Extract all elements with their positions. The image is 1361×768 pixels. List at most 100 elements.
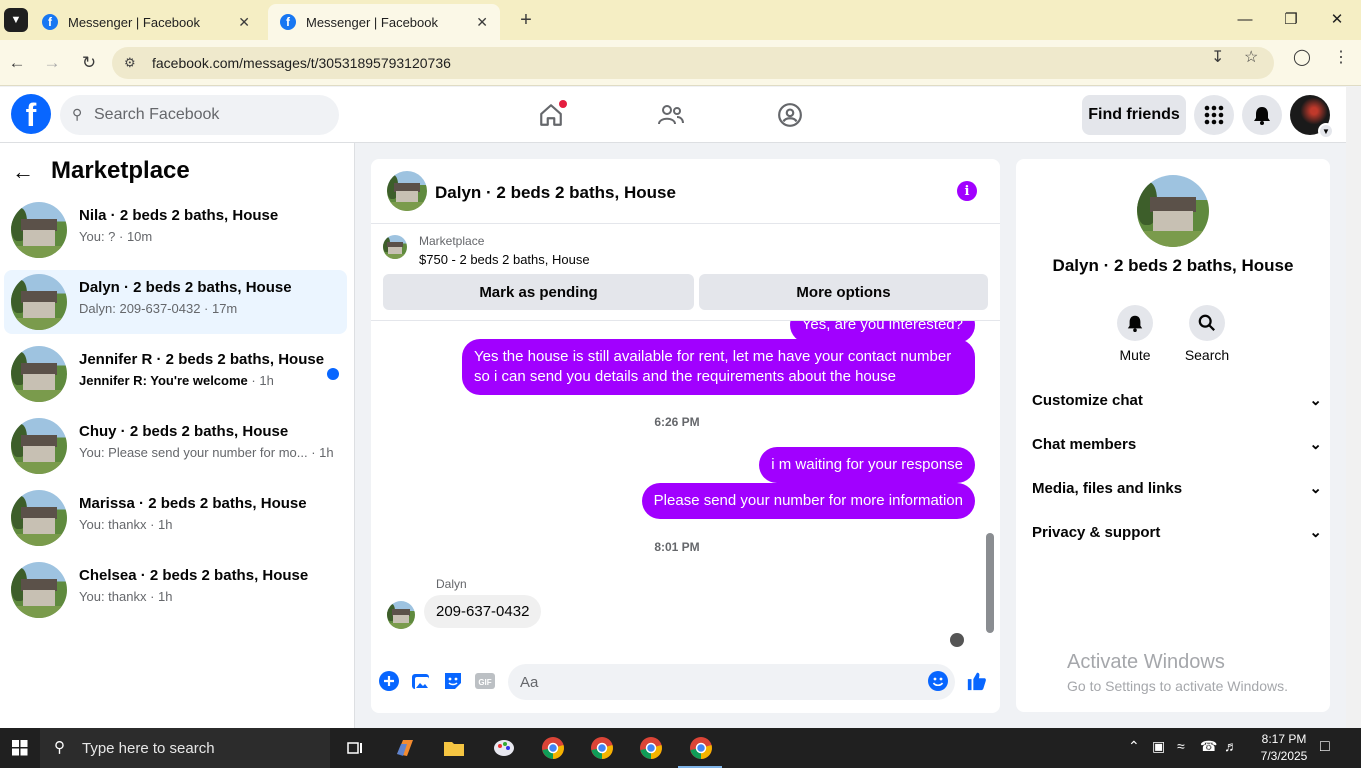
bookmark-star-icon[interactable]: ☆ xyxy=(1244,47,1258,67)
more-options-button[interactable]: More options xyxy=(699,274,988,310)
marketplace-listing-banner: Marketplace $750 - 2 beds 2 baths, House… xyxy=(371,225,1000,321)
file-explorer-icon[interactable] xyxy=(440,734,468,762)
conversation-preview: You: Please send your number for mo... ·… xyxy=(79,445,334,460)
tab-close-icon[interactable]: ✕ xyxy=(476,14,488,31)
conversation-name: Chelsea · 2 beds 2 baths, House xyxy=(79,567,309,584)
conversation-item-chuy[interactable]: Chuy · 2 beds 2 baths, House You: Please… xyxy=(4,414,347,478)
new-tab-plus-icon[interactable]: + xyxy=(514,8,538,32)
sender-avatar[interactable] xyxy=(387,601,415,629)
emoji-icon[interactable] xyxy=(927,670,949,692)
chat-house-avatar[interactable] xyxy=(387,171,427,211)
window-close-icon[interactable]: ✕ xyxy=(1314,4,1360,34)
chat-members-row[interactable]: Chat members ⌄ xyxy=(1032,424,1322,464)
tab-close-icon[interactable]: ✕ xyxy=(238,14,250,31)
find-friends-button[interactable]: Find friends xyxy=(1082,95,1186,135)
house-thumbnail xyxy=(11,418,67,474)
minimize-icon[interactable]: — xyxy=(1222,4,1268,34)
friends-nav-icon[interactable] xyxy=(651,97,691,133)
chrome-active-icon[interactable] xyxy=(687,734,715,762)
customize-chat-row[interactable]: Customize chat ⌄ xyxy=(1032,380,1322,420)
chat-header: Dalyn · 2 beds 2 baths, House i xyxy=(371,159,1000,224)
menu-grid-icon[interactable] xyxy=(1194,95,1234,135)
section-label: Customize chat xyxy=(1032,391,1143,409)
mute-label: Mute xyxy=(1119,347,1151,363)
tab-search-chevron-icon[interactable]: ▼ xyxy=(4,8,28,32)
plus-circle-icon[interactable] xyxy=(378,670,400,692)
house-thumbnail xyxy=(11,490,67,546)
message-input[interactable] xyxy=(508,664,955,700)
windows-start-icon[interactable] xyxy=(0,728,40,768)
conversation-name: Dalyn · 2 beds 2 baths, House xyxy=(79,279,292,296)
gif-icon[interactable]: GIF xyxy=(474,670,496,692)
chrome-profile-3-icon[interactable] xyxy=(637,734,665,762)
conversation-item-dalyn[interactable]: Dalyn · 2 beds 2 baths, House Dalyn: 209… xyxy=(4,270,347,334)
listing-thumbnail[interactable] xyxy=(383,235,407,259)
activate-windows-watermark: Activate Windows Go to Settings to activ… xyxy=(1067,651,1288,694)
profile-icon[interactable]: ◯ xyxy=(1293,47,1311,67)
chrome-profile-2-icon[interactable] xyxy=(588,734,616,762)
conversation-item-marissa[interactable]: Marissa · 2 beds 2 baths, House You: tha… xyxy=(4,486,347,550)
svg-text:GIF: GIF xyxy=(478,678,491,687)
chat-details-panel: Dalyn · 2 beds 2 baths, House Mute Searc… xyxy=(1016,159,1330,712)
page-scrollbar[interactable] xyxy=(1346,87,1361,728)
info-icon[interactable]: i xyxy=(957,181,977,201)
copilot-icon[interactable] xyxy=(391,734,419,762)
conversation-item-jennifer[interactable]: Jennifer R · 2 beds 2 baths, House Jenni… xyxy=(4,342,347,406)
contact-avatar[interactable] xyxy=(1137,175,1209,247)
task-view-icon[interactable] xyxy=(341,734,369,762)
install-app-icon[interactable]: ↧ xyxy=(1211,47,1224,67)
browser-menu-icon[interactable]: ⋮ xyxy=(1333,47,1349,67)
conversation-preview: You: thankx · 1h xyxy=(79,589,173,604)
facebook-logo[interactable]: f xyxy=(11,94,51,134)
sticker-icon[interactable] xyxy=(442,670,464,692)
taskbar-clock[interactable]: 8:17 PM 7/3/2025 xyxy=(1256,731,1312,765)
facebook-search-input[interactable]: ⚲ Search Facebook xyxy=(60,95,339,135)
site-info-icon[interactable]: ⚙ xyxy=(124,55,136,71)
contact-name: Dalyn · 2 beds 2 baths, House xyxy=(1052,256,1294,275)
listing-title[interactable]: $750 - 2 beds 2 baths, House xyxy=(419,252,590,267)
groups-nav-icon[interactable] xyxy=(770,97,810,133)
forward-arrow-icon[interactable]: → xyxy=(40,51,64,75)
browser-tab-2[interactable]: f Messenger | Facebook ✕ xyxy=(268,4,500,40)
search-icon: ⚲ xyxy=(54,739,65,756)
back-arrow-icon[interactable]: ← xyxy=(12,159,34,185)
message-thread[interactable]: Yes, are you interested? Yes the house i… xyxy=(371,321,1000,651)
conversation-item-chelsea[interactable]: Chelsea · 2 beds 2 baths, House You: tha… xyxy=(4,558,347,622)
taskbar-search-box[interactable]: ⚲ Type here to search xyxy=(40,728,330,768)
url-text: facebook.com/messages/t/3053189579312073… xyxy=(152,55,451,71)
tray-chevron-up-icon[interactable]: ⌃ xyxy=(1128,738,1140,755)
mark-as-pending-button[interactable]: Mark as pending xyxy=(383,274,694,310)
home-nav-icon[interactable] xyxy=(531,97,571,133)
chat-title[interactable]: Dalyn · 2 beds 2 baths, House xyxy=(435,183,676,203)
thumbs-up-icon[interactable] xyxy=(966,670,988,692)
conversation-item-nila[interactable]: Nila · 2 beds 2 baths, House You: ? · 10… xyxy=(4,198,347,262)
address-bar[interactable]: ⚙ facebook.com/messages/t/30531895793120… xyxy=(112,47,1274,79)
media-files-links-row[interactable]: Media, files and links ⌄ xyxy=(1032,468,1322,508)
browser-toolbar: ← → ↻ ⚙ facebook.com/messages/t/30531895… xyxy=(0,40,1361,86)
photo-icon[interactable] xyxy=(410,670,432,692)
notifications-bell-icon[interactable] xyxy=(1242,95,1282,135)
conversation-preview: You: ? · 10m xyxy=(79,229,153,244)
notification-center-icon[interactable]: □ xyxy=(1320,738,1330,756)
chevron-down-icon: ⌄ xyxy=(1309,480,1322,497)
back-arrow-icon[interactable]: ← xyxy=(5,51,29,75)
wifi-icon[interactable]: ≈ xyxy=(1177,738,1185,754)
restore-icon[interactable]: ❐ xyxy=(1268,4,1314,34)
search-in-conversation-button[interactable]: Search xyxy=(1177,305,1237,363)
volume-icon[interactable]: ♬ xyxy=(1224,738,1238,754)
meet-now-icon[interactable]: ☎ xyxy=(1200,738,1217,755)
chrome-icon[interactable] xyxy=(539,734,567,762)
paint-icon[interactable] xyxy=(490,734,518,762)
account-avatar[interactable]: ▼ xyxy=(1290,95,1334,139)
clock-date: 7/3/2025 xyxy=(1260,749,1308,763)
conversation-preview: You: thankx · 1h xyxy=(79,517,173,532)
reload-icon[interactable]: ↻ xyxy=(77,51,101,75)
battery-icon[interactable]: ▣ xyxy=(1152,738,1165,755)
chat-scrollbar-thumb[interactable] xyxy=(986,533,994,633)
browser-tab-1[interactable]: f Messenger | Facebook ✕ xyxy=(30,4,262,40)
search-icon xyxy=(1189,305,1225,341)
message-timestamp: 6:26 PM xyxy=(654,415,700,429)
facebook-header: f ⚲ Search Facebook Find friends ▼ xyxy=(0,87,1346,143)
mute-button[interactable]: Mute xyxy=(1105,305,1165,363)
privacy-support-row[interactable]: Privacy & support ⌄ xyxy=(1032,512,1322,552)
